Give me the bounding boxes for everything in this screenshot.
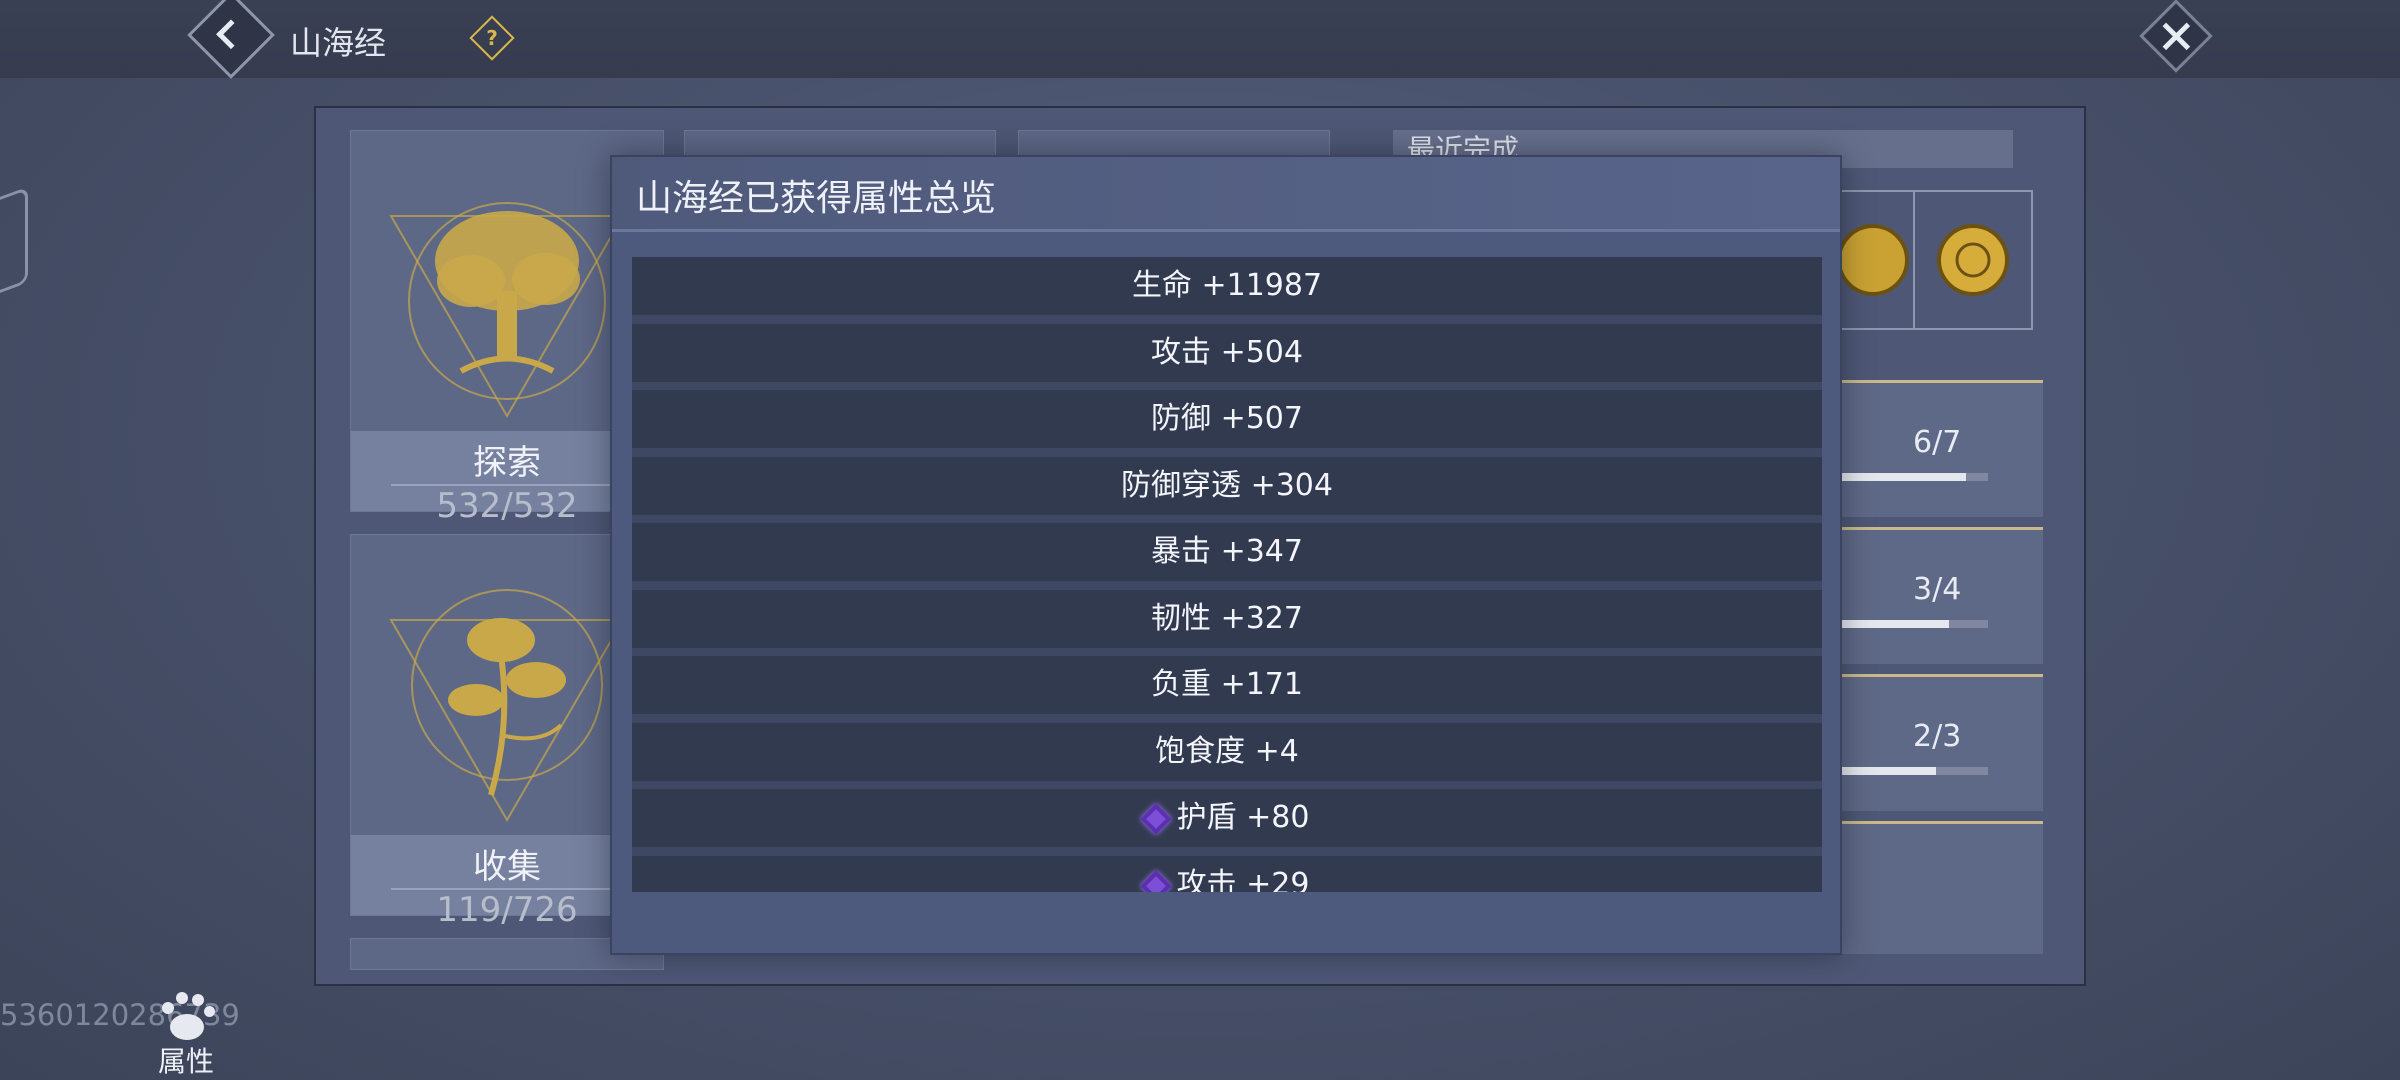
attribute-text: 韧性 +327 (1151, 600, 1303, 636)
attribute-row: 生命 +11987 (632, 257, 1822, 315)
help-icon[interactable]: ? (469, 15, 515, 61)
progress-value: 2/3 (1913, 719, 1962, 754)
close-button[interactable] (2139, 0, 2213, 73)
attribute-text: 暴击 +347 (1151, 534, 1303, 569)
attribute-row: 韧性 +327 (632, 589, 1822, 648)
progress-fill (1833, 620, 1950, 628)
attribute-row: 攻击 +29 (632, 855, 1822, 893)
attribute-row: 防御穿透 +304 (632, 456, 1822, 515)
progress-value: 6/7 (1913, 425, 1962, 460)
paw-icon (156, 990, 216, 1046)
attribute-text: 防御穿透 +304 (1121, 467, 1333, 503)
purple-gem-icon (1140, 869, 1172, 892)
attributes-button[interactable]: 属性 (150, 990, 222, 1080)
attributes-label: 属性 (157, 1045, 214, 1078)
attribute-text: 饱食度 +4 (1155, 733, 1299, 769)
attribute-text: 攻击 +504 (1151, 334, 1303, 370)
attribute-text: 护盾 +80 (1176, 800, 1310, 835)
top-bar: 山海经 ? (0, 0, 2400, 79)
attribute-text: 负重 +171 (1151, 667, 1303, 702)
attribute-row: 攻击 +504 (632, 323, 1822, 382)
coin-icon (1937, 224, 2009, 296)
attribute-text: 攻击 +29 (1176, 866, 1310, 893)
attribute-text: 生命 +11987 (1131, 268, 1323, 303)
page-title: 山海经 (290, 24, 387, 62)
modal-header: 山海经已获得属性总览 (612, 157, 1840, 232)
back-button[interactable] (187, 0, 275, 79)
purple-gem-icon (1140, 803, 1172, 835)
modal-title: 山海经已获得属性总览 (636, 178, 997, 219)
progress-fill (1833, 473, 1966, 481)
attribute-row: 饱食度 +4 (632, 722, 1822, 781)
attributes-overview-modal: 山海经已获得属性总览 生命 +11987 攻击 +504 防御 +507 防御穿… (610, 155, 1842, 955)
attribute-row: 暴击 +347 (632, 523, 1822, 581)
attribute-text: 防御 +507 (1151, 401, 1303, 436)
progress-value: 3/4 (1913, 572, 1962, 607)
recent-item-thumb[interactable] (1913, 190, 2033, 330)
attribute-list[interactable]: 生命 +11987 攻击 +504 防御 +507 防御穿透 +304 暴击 +… (632, 257, 1822, 892)
attribute-row: 护盾 +80 (632, 789, 1822, 847)
side-tab-icon[interactable] (0, 186, 28, 300)
attribute-row: 负重 +171 (632, 656, 1822, 714)
attribute-row: 防御 +507 (632, 390, 1822, 448)
progress-fill (1833, 767, 1937, 775)
